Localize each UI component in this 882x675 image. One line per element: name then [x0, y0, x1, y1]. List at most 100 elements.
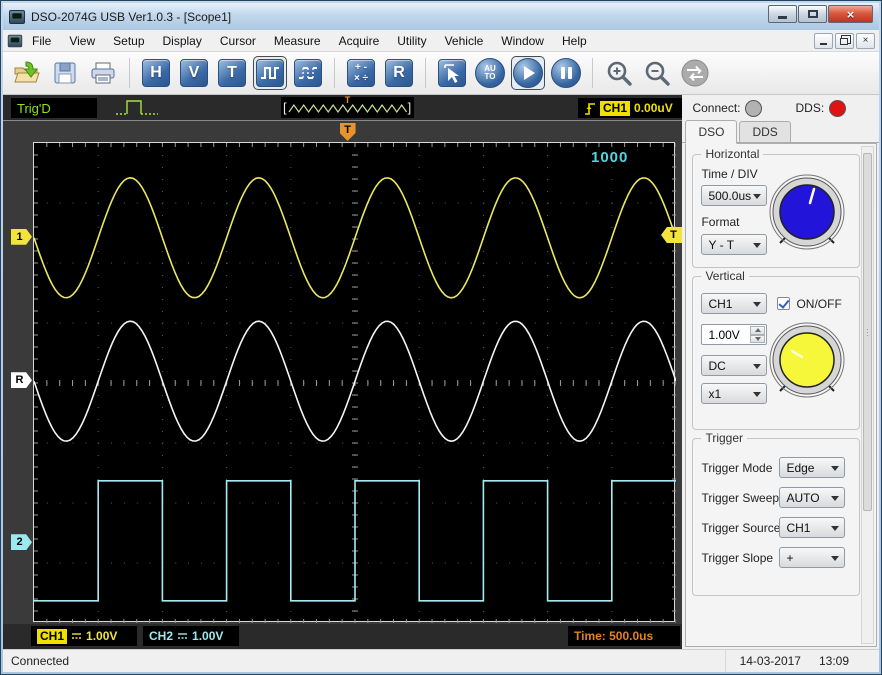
math-button[interactable]: + - × ÷ [345, 57, 377, 89]
tab-dds[interactable]: DDS [739, 121, 790, 143]
time-div-select[interactable]: 500.0us [701, 185, 767, 206]
maximize-icon [808, 10, 818, 18]
marker-1[interactable]: 1 [11, 229, 32, 245]
horizontal-settings-button[interactable]: H [140, 57, 172, 89]
trigger-position-marker[interactable]: T [340, 123, 356, 141]
r-letter-icon: R [385, 59, 413, 87]
pause-icon [561, 67, 572, 79]
spin-down-icon[interactable] [750, 335, 765, 344]
scrollbar-thumb[interactable] [863, 153, 872, 511]
probe-select[interactable]: x1 [701, 383, 767, 404]
close-button[interactable]: × [828, 5, 873, 23]
toolbar-separator [592, 58, 593, 88]
trigger-sweep-select[interactable]: AUTO [779, 487, 845, 508]
ch2-readout[interactable]: CH2 1.00V [143, 626, 239, 646]
waveform-measure-button[interactable] [292, 57, 324, 89]
onoff-checkbox[interactable] [777, 297, 790, 310]
trigger-source-select[interactable]: CH1 [779, 517, 845, 538]
ch1-readout[interactable]: CH1 1.00V [31, 626, 137, 646]
printer-icon [89, 61, 117, 85]
trigger-settings-button[interactable]: T [216, 57, 248, 89]
zoom-out-button[interactable] [641, 57, 673, 89]
panel-scrollbar[interactable] [861, 146, 874, 644]
sample-count-label: 1000 [591, 149, 628, 166]
waveform-preview[interactable]: T [ ] [281, 97, 414, 118]
trigger-mode-select[interactable]: Edge [779, 457, 845, 478]
dso-tab-content: Horizontal Time / DIV 500.0us Format Y -… [685, 143, 877, 647]
pause-button[interactable] [550, 57, 582, 89]
channel-bar: CH1 1.00V CH2 1.00V Time: 500.0us [3, 624, 682, 649]
run-button[interactable] [512, 57, 544, 89]
reference-button[interactable]: R [383, 57, 415, 89]
horizontal-knob[interactable] [768, 173, 846, 251]
chevron-down-icon [831, 466, 839, 471]
trace-ch1 [34, 178, 676, 298]
square-wave-icon [259, 62, 281, 84]
menu-cursor[interactable]: Cursor [211, 31, 265, 51]
menu-file[interactable]: File [23, 31, 60, 51]
volts-div-spinner[interactable]: 1.00V [701, 324, 767, 345]
time-div-label: Time / DIV [701, 167, 757, 181]
menu-acquire[interactable]: Acquire [330, 31, 389, 51]
mdi-close-icon: × [863, 35, 869, 46]
tab-dso[interactable]: DSO [685, 120, 737, 144]
marker-r[interactable]: R [11, 372, 32, 388]
chevron-down-icon [753, 302, 761, 307]
dc-coupling-icon [177, 631, 188, 641]
mdi-minimize-button[interactable] [814, 33, 833, 49]
dc-coupling-icon [71, 631, 82, 641]
zoom-in-button[interactable] [603, 57, 635, 89]
trigger-sweep-label: Trigger Sweep [701, 491, 779, 505]
menu-setup[interactable]: Setup [104, 31, 153, 51]
spin-up-icon[interactable] [750, 326, 765, 335]
menu-vehicle[interactable]: Vehicle [436, 31, 493, 51]
title-bar: DSO-2074G USB Ver1.0.3 - [Scope1] × [3, 3, 879, 30]
control-panel: Connect: DDS: DSO DDS Horizontal Time / … [682, 95, 879, 649]
trigger-level-value: 0.00uV [634, 101, 673, 115]
format-label: Format [701, 215, 739, 229]
waveform-display-button[interactable] [254, 57, 286, 89]
mdi-restore-button[interactable] [835, 33, 854, 49]
chevron-down-icon [831, 496, 839, 501]
chevron-down-icon [753, 194, 761, 199]
scope-pane: Trig'D T [ ] [3, 95, 682, 649]
connection-status: Connected [11, 654, 69, 668]
auto-set-button[interactable]: AUTO [474, 57, 506, 89]
app-window: DSO-2074G USB Ver1.0.3 - [Scope1] × File… [0, 0, 882, 675]
open-button[interactable] [11, 57, 43, 89]
vertical-settings-button[interactable]: V [178, 57, 210, 89]
app-icon [9, 10, 25, 24]
status-bar: Connected 14-03-2017 13:09 [3, 649, 879, 672]
dds-status-led [829, 100, 846, 117]
transfer-button[interactable] [679, 57, 711, 89]
menu-help[interactable]: Help [553, 31, 596, 51]
play-icon [524, 66, 535, 80]
menu-view[interactable]: View [60, 31, 104, 51]
menu-measure[interactable]: Measure [265, 31, 330, 51]
menu-display[interactable]: Display [154, 31, 211, 51]
rising-edge-icon [584, 100, 596, 116]
trigger-status-badge: Trig'D [11, 98, 97, 118]
mdi-close-button[interactable]: × [856, 33, 875, 49]
cursor-tool-button[interactable] [436, 57, 468, 89]
trigger-source-label: Trigger Source [701, 521, 780, 535]
menu-window[interactable]: Window [492, 31, 553, 51]
vertical-knob[interactable] [768, 321, 846, 399]
marker-2[interactable]: 2 [11, 534, 32, 550]
save-button[interactable] [49, 57, 81, 89]
trigger-group: Trigger Trigger Mode Edge Trigger Sweep … [692, 438, 860, 596]
channel-select[interactable]: CH1 [701, 293, 767, 314]
format-select[interactable]: Y - T [701, 234, 767, 255]
minimize-button[interactable] [768, 5, 797, 23]
maximize-button[interactable] [798, 5, 827, 23]
chevron-down-icon [753, 364, 761, 369]
coupling-select[interactable]: DC [701, 355, 767, 376]
save-floppy-icon [53, 61, 77, 85]
trigger-slope-label: Trigger Slope [701, 551, 773, 565]
trace-ch2 [34, 481, 676, 601]
print-button[interactable] [87, 57, 119, 89]
menu-utility[interactable]: Utility [388, 31, 435, 51]
trigger-slope-select[interactable]: + [779, 547, 845, 568]
info-bar: Trig'D T [ ] [3, 95, 682, 121]
horizontal-group: Horizontal Time / DIV 500.0us Format Y -… [692, 154, 860, 268]
